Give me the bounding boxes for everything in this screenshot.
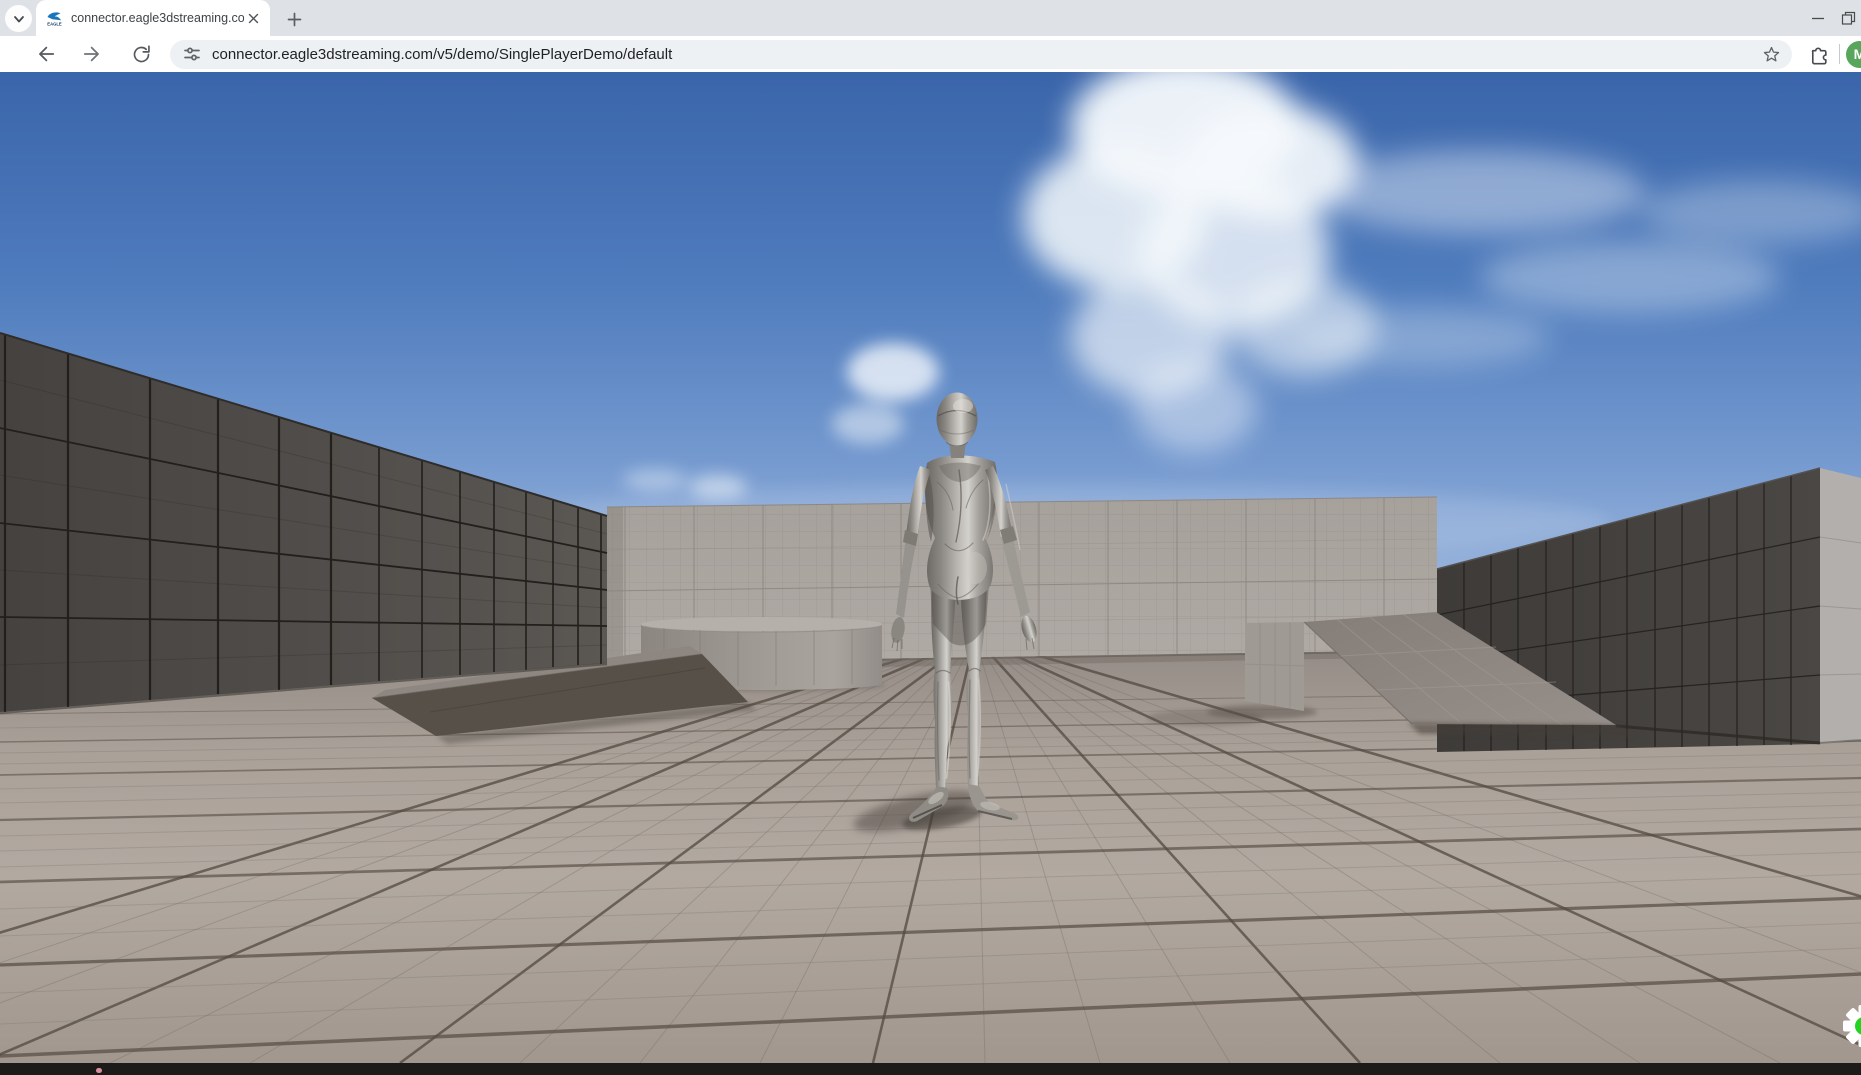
stream-bottom-bar: [0, 1063, 1861, 1075]
site-settings-icon[interactable]: [182, 44, 202, 64]
minimize-button[interactable]: [1801, 0, 1835, 36]
forward-button[interactable]: [79, 40, 107, 68]
browser-window: EAGLE connector.eagle3dstreaming.co: [0, 0, 1861, 1075]
url-bar[interactable]: connector.eagle3dstreaming.com/v5/demo/S…: [170, 40, 1792, 69]
gear-icon: [1836, 998, 1861, 1054]
chevron-down-icon: [12, 12, 26, 26]
tab-active[interactable]: EAGLE connector.eagle3dstreaming.co: [36, 0, 270, 36]
new-tab-button[interactable]: [280, 5, 308, 33]
reload-button[interactable]: [127, 40, 155, 68]
extensions-puzzle-icon[interactable]: [1808, 43, 1831, 66]
toolbar-right: M: [1808, 36, 1861, 72]
minimize-icon: [1811, 11, 1825, 25]
bottom-bar-indicator-dot: [96, 1068, 102, 1073]
reload-icon: [131, 44, 152, 65]
toolbar-separator: [1839, 44, 1840, 64]
tab-search-button[interactable]: [5, 5, 32, 32]
stream-settings-button[interactable]: [1836, 998, 1861, 1054]
scene-3d: [0, 72, 1861, 1063]
restore-icon: [1841, 11, 1856, 26]
back-arrow-icon: [34, 43, 56, 65]
restore-button[interactable]: [1835, 0, 1861, 36]
svg-text:EAGLE: EAGLE: [47, 21, 62, 26]
tab-close-icon[interactable]: [244, 9, 262, 27]
profile-avatar[interactable]: M: [1846, 41, 1861, 68]
tab-strip: EAGLE connector.eagle3dstreaming.co: [0, 0, 1861, 36]
url-text[interactable]: connector.eagle3dstreaming.com/v5/demo/S…: [212, 46, 1761, 63]
forward-arrow-icon: [82, 43, 104, 65]
browser-toolbar: connector.eagle3dstreaming.com/v5/demo/S…: [0, 36, 1861, 72]
window-controls: [1801, 0, 1861, 36]
back-button[interactable]: [31, 40, 59, 68]
eagle3d-favicon: EAGLE: [46, 10, 63, 27]
streaming-viewport[interactable]: [0, 72, 1861, 1063]
plus-icon: [287, 12, 302, 27]
tab-title: connector.eagle3dstreaming.co: [71, 11, 244, 25]
bookmark-star-icon[interactable]: [1761, 44, 1782, 65]
